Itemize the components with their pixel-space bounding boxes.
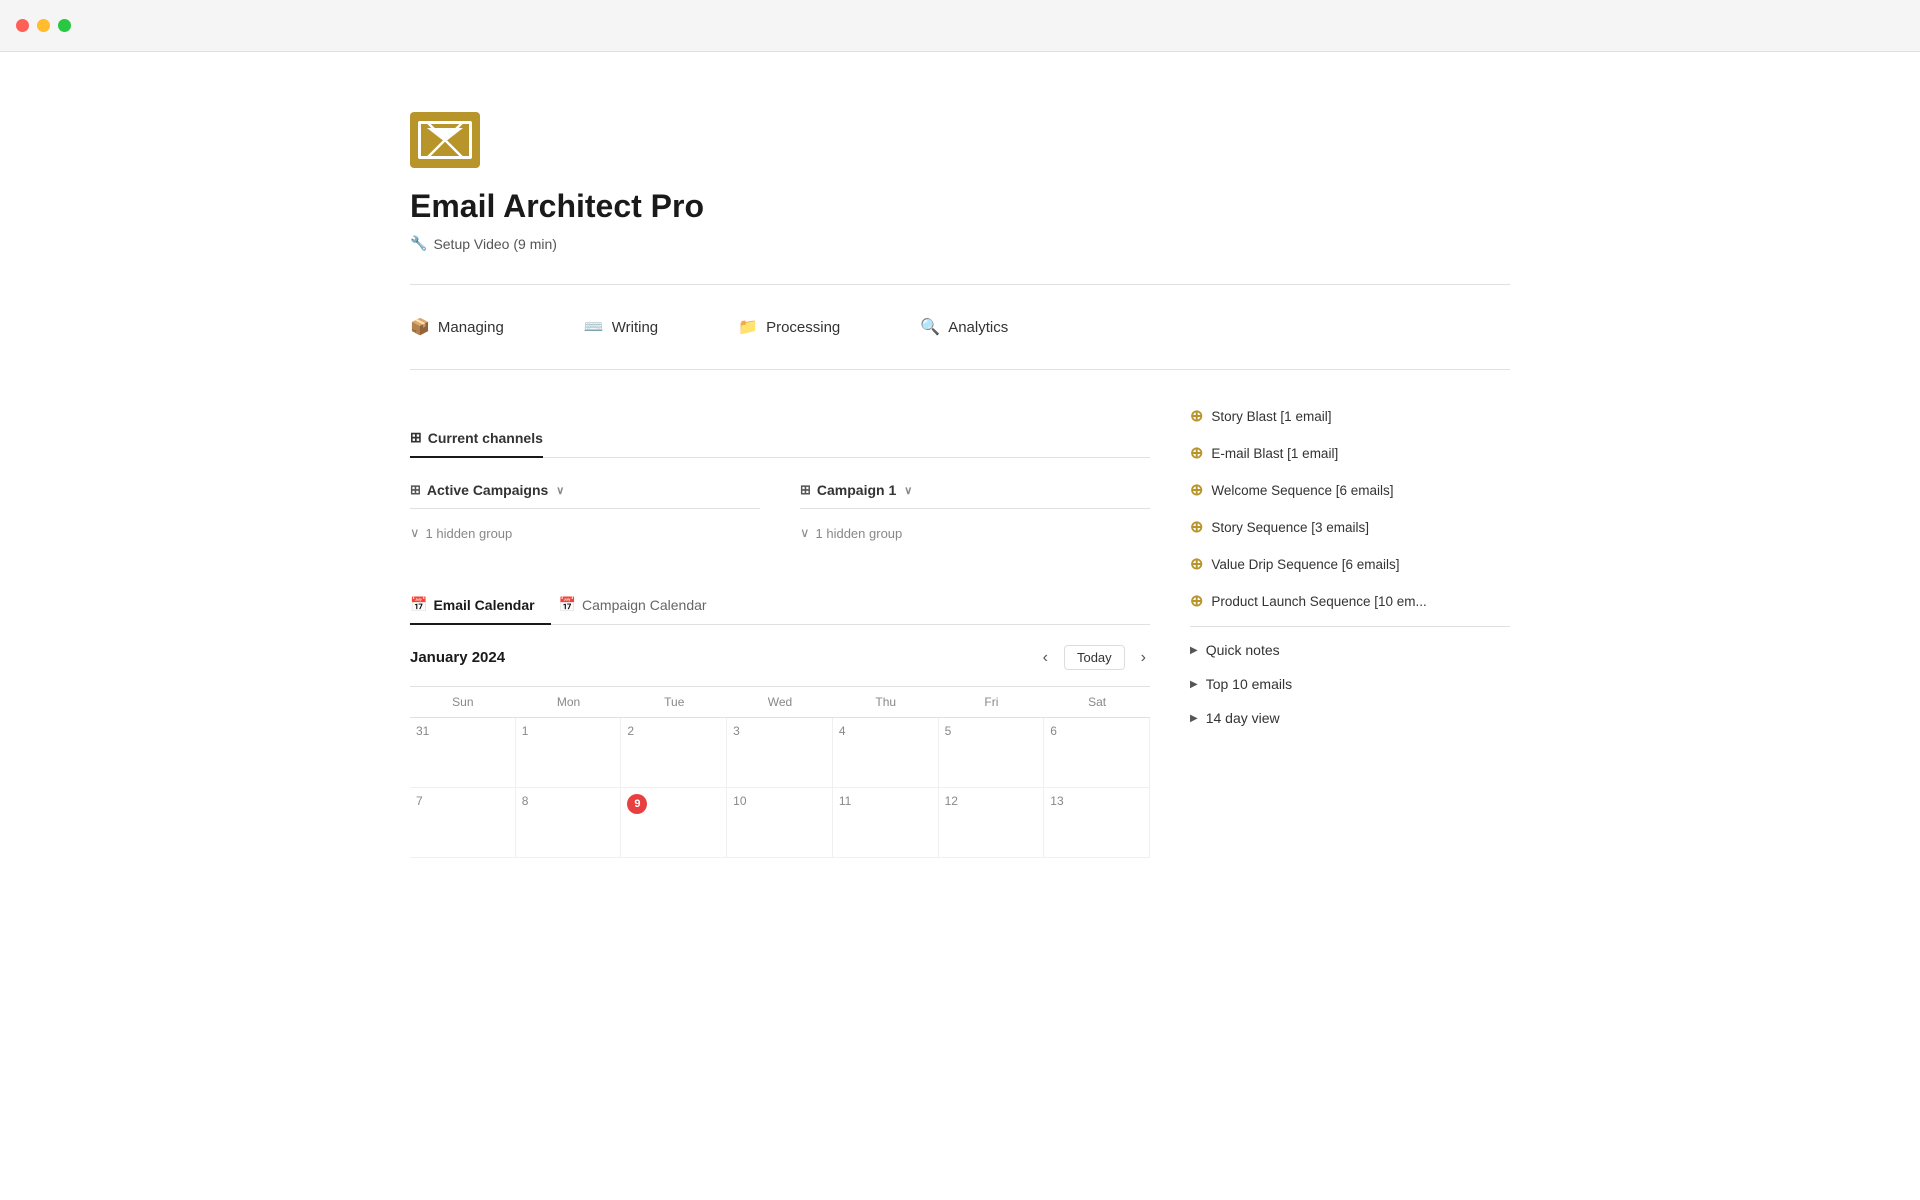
main-content: Email Architect Pro 🔧 Setup Video (9 min…: [310, 52, 1610, 898]
chevron-down-icon: ∨: [556, 484, 564, 497]
grid-small-icon: ⊞: [410, 482, 421, 498]
right-panel-divider: [1190, 626, 1510, 627]
sequence-story[interactable]: ⊕ Story Sequence [3 emails]: [1190, 509, 1510, 546]
calendar-tabs: 📅 Email Calendar 📅 Campaign Calendar: [410, 585, 1150, 625]
cal-cell-jan2[interactable]: 2: [621, 718, 727, 788]
wrench-icon: 🔧: [410, 235, 427, 252]
cal-cell-jan10[interactable]: 10: [727, 788, 833, 858]
sequence-product-launch[interactable]: ⊕ Product Launch Sequence [10 em...: [1190, 583, 1510, 620]
app-logo-icon: [410, 112, 480, 168]
analytics-icon: 🔍: [920, 317, 940, 337]
calendar-grid: Sun Mon Tue Wed Thu Fri Sat 31 1 2 3: [410, 686, 1150, 858]
close-button[interactable]: [16, 19, 29, 32]
calendar-month-label: January 2024: [410, 649, 505, 666]
maximize-button[interactable]: [58, 19, 71, 32]
cal-cell-jan5[interactable]: 5: [939, 718, 1045, 788]
active-campaigns-hidden-group[interactable]: ∨ 1 hidden group: [410, 521, 760, 545]
tab-campaign-calendar[interactable]: 📅 Campaign Calendar: [559, 586, 723, 625]
sequence-welcome[interactable]: ⊕ Welcome Sequence [6 emails]: [1190, 472, 1510, 509]
cal-cell-jan12[interactable]: 12: [939, 788, 1045, 858]
day-mon: Mon: [516, 687, 622, 717]
chevron-down-icon-2: ∨: [904, 484, 912, 497]
calendar-header: January 2024 ‹ Today ›: [410, 645, 1150, 670]
add-icon-3: ⊕: [1190, 480, 1203, 500]
triangle-icon-1: ▶: [1190, 645, 1198, 656]
add-icon-1: ⊕: [1190, 406, 1203, 426]
day-thu: Thu: [833, 687, 939, 717]
db-view-campaign-1-header[interactable]: ⊞ Campaign 1 ∨: [800, 482, 1150, 509]
calendar-icon: 📅: [410, 596, 427, 613]
calendar-nav: ‹ Today ›: [1039, 645, 1150, 670]
cal-cell-jan11[interactable]: 11: [833, 788, 939, 858]
day-sat: Sat: [1044, 687, 1150, 717]
cal-cell-dec31[interactable]: 31: [410, 718, 516, 788]
titlebar: [0, 0, 1920, 52]
db-views-row: ⊞ Active Campaigns ∨ ∨ 1 hidden group ⊞ …: [410, 482, 1150, 545]
calendar-section: 📅 Email Calendar 📅 Campaign Calendar Jan…: [410, 585, 1150, 858]
envelope-icon: [418, 121, 472, 159]
day-sun: Sun: [410, 687, 516, 717]
cal-cell-jan7[interactable]: 7: [410, 788, 516, 858]
collapsible-14-day-view[interactable]: ▶ 14 day view: [1190, 701, 1510, 735]
content-layout: ⊞ Current channels ⊞ Active Campaigns ∨ …: [410, 394, 1510, 858]
collapsible-quick-notes[interactable]: ▶ Quick notes: [1190, 633, 1510, 667]
add-icon-4: ⊕: [1190, 517, 1203, 537]
chevron-small-icon: ∨: [410, 525, 420, 541]
header-section: Email Architect Pro 🔧 Setup Video (9 min…: [410, 112, 1510, 252]
cal-cell-jan3[interactable]: 3: [727, 718, 833, 788]
calendar-days-header: Sun Mon Tue Wed Thu Fri Sat: [410, 687, 1150, 718]
right-panel: ⊕ Story Blast [1 email] ⊕ E-mail Blast […: [1190, 394, 1510, 858]
db-view-active-campaigns-header[interactable]: ⊞ Active Campaigns ∨: [410, 482, 760, 509]
calendar-cells: 31 1 2 3 4 5 6 7 8 9 10 11: [410, 718, 1150, 858]
page-title: Email Architect Pro: [410, 188, 1510, 225]
chevron-small-icon-2: ∨: [800, 525, 810, 541]
today-badge: 9: [627, 794, 647, 814]
cal-cell-jan6[interactable]: 6: [1044, 718, 1150, 788]
triangle-icon-3: ▶: [1190, 713, 1198, 724]
managing-icon: 📦: [410, 317, 430, 337]
nav-item-managing[interactable]: 📦 Managing: [410, 309, 504, 345]
calendar-next-button[interactable]: ›: [1137, 647, 1150, 669]
grid-small-icon-2: ⊞: [800, 482, 811, 498]
writing-icon: ⌨️: [584, 317, 604, 337]
nav-divider: [410, 369, 1510, 370]
calendar-icon-2: 📅: [559, 596, 576, 613]
processing-icon: 📁: [738, 317, 758, 337]
main-panel: ⊞ Current channels ⊞ Active Campaigns ∨ …: [410, 394, 1150, 858]
add-icon-6: ⊕: [1190, 591, 1203, 611]
cal-cell-jan1[interactable]: 1: [516, 718, 622, 788]
minimize-button[interactable]: [37, 19, 50, 32]
sequence-story-blast[interactable]: ⊕ Story Blast [1 email]: [1190, 398, 1510, 435]
section-tabs: ⊞ Current channels: [410, 418, 1150, 458]
cal-cell-jan9[interactable]: 9: [621, 788, 727, 858]
sequences-list: ⊕ Story Blast [1 email] ⊕ E-mail Blast […: [1190, 398, 1510, 620]
add-icon-2: ⊕: [1190, 443, 1203, 463]
nav-item-analytics[interactable]: 🔍 Analytics: [920, 309, 1008, 345]
cal-cell-jan8[interactable]: 8: [516, 788, 622, 858]
day-fri: Fri: [939, 687, 1045, 717]
db-view-campaign-1: ⊞ Campaign 1 ∨ ∨ 1 hidden group: [800, 482, 1150, 545]
sequence-value-drip[interactable]: ⊕ Value Drip Sequence [6 emails]: [1190, 546, 1510, 583]
day-wed: Wed: [727, 687, 833, 717]
grid-icon: ⊞: [410, 429, 422, 446]
cal-cell-jan13[interactable]: 13: [1044, 788, 1150, 858]
nav-item-processing[interactable]: 📁 Processing: [738, 309, 840, 345]
day-tue: Tue: [621, 687, 727, 717]
calendar-today-button[interactable]: Today: [1064, 645, 1125, 670]
db-view-active-campaigns: ⊞ Active Campaigns ∨ ∨ 1 hidden group: [410, 482, 760, 545]
campaign-1-hidden-group[interactable]: ∨ 1 hidden group: [800, 521, 1150, 545]
collapsibles-list: ▶ Quick notes ▶ Top 10 emails ▶ 14 day v…: [1190, 633, 1510, 735]
add-icon-5: ⊕: [1190, 554, 1203, 574]
collapsible-top-emails[interactable]: ▶ Top 10 emails: [1190, 667, 1510, 701]
tab-current-channels[interactable]: ⊞ Current channels: [410, 419, 543, 458]
sequence-email-blast[interactable]: ⊕ E-mail Blast [1 email]: [1190, 435, 1510, 472]
nav-row: 📦 Managing ⌨️ Writing 📁 Processing 🔍 Ana…: [410, 309, 1510, 345]
header-divider: [410, 284, 1510, 285]
cal-cell-jan4[interactable]: 4: [833, 718, 939, 788]
setup-video-link[interactable]: 🔧 Setup Video (9 min): [410, 235, 1510, 252]
tab-email-calendar[interactable]: 📅 Email Calendar: [410, 586, 551, 625]
triangle-icon-2: ▶: [1190, 679, 1198, 690]
nav-item-writing[interactable]: ⌨️ Writing: [584, 309, 658, 345]
calendar-prev-button[interactable]: ‹: [1039, 647, 1052, 669]
